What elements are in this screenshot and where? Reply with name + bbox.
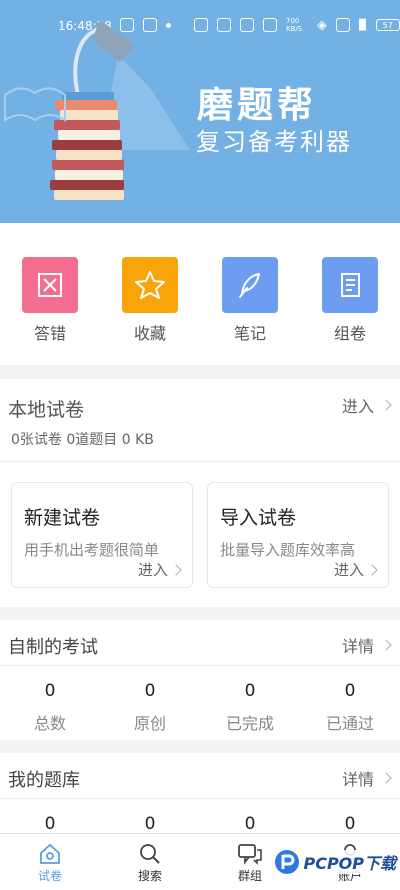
chevron-right-icon (170, 563, 182, 576)
import-paper-enter[interactable]: 进入 (334, 559, 378, 580)
tab-search[interactable]: 搜索 (120, 841, 180, 884)
tab-papers[interactable]: 试卷 (20, 841, 80, 884)
hd-icon (336, 18, 350, 32)
section-title: 本地试卷 (8, 399, 85, 421)
wrong-answer-icon (38, 273, 62, 297)
chevron-right-icon (380, 399, 392, 411)
app-title: 磨题帮 (197, 85, 318, 126)
new-paper-enter[interactable]: 进入 (138, 559, 182, 580)
my-banks-section: 我的题库 详情 0 0 0 0 (0, 753, 400, 834)
network-speed: 700 KB/S (286, 17, 303, 33)
section-title: 我的题库 (8, 770, 80, 791)
new-paper-desc: 用手机出考题很简单 (24, 541, 160, 559)
stat-total[interactable]: 0 总数 (0, 681, 100, 734)
tab-groups[interactable]: 群组 (220, 841, 280, 884)
local-papers-summary: 0张试卷 0道题目 0 KB (11, 432, 154, 448)
quick-action-label: 答错 (33, 324, 66, 343)
quick-action-wrong[interactable]: 答错 (22, 257, 78, 344)
quick-actions: 答错 收藏 笔记 组卷 (0, 223, 400, 365)
quick-action-label: 收藏 (133, 324, 166, 343)
tab-label: 群组 (237, 869, 262, 883)
section-title: 自制的考试 (8, 637, 98, 658)
bank-stat[interactable]: 0 (100, 814, 200, 834)
header-banner: 16:48:38 700 KB/S ◈ ▉ 57 磨题帮 复习备考利器 (0, 0, 400, 223)
quick-action-label: 笔记 (233, 324, 266, 343)
my-banks-details[interactable]: 详情 (342, 766, 392, 790)
import-paper-desc: 批量导入题库效率高 (220, 541, 356, 559)
local-papers-enter[interactable]: 进入 (342, 393, 392, 417)
vibrate-icon (263, 18, 277, 32)
new-paper-card[interactable]: 新建试卷 用手机出考题很简单 进入 (11, 482, 193, 588)
quick-action-compose[interactable]: 组卷 (322, 257, 378, 344)
app-subtitle: 复习备考利器 (196, 128, 352, 156)
search-icon (140, 844, 160, 864)
divider (0, 665, 400, 666)
paper-scroll-icon (341, 273, 360, 297)
headphones-icon (217, 18, 231, 32)
star-icon (135, 271, 165, 299)
stat-completed[interactable]: 0 已完成 (200, 681, 300, 734)
import-paper-card[interactable]: 导入试卷 批量导入题库效率高 进入 (207, 482, 389, 588)
books-lamp-illustration (4, 20, 190, 200)
tab-label: 搜索 (137, 869, 162, 883)
bank-stat[interactable]: 0 (300, 814, 400, 834)
pcpop-logo-icon (275, 850, 300, 874)
divider (0, 461, 400, 462)
my-exams-details[interactable]: 详情 (342, 633, 392, 657)
signal-icon: ▉ (359, 19, 367, 31)
quick-action-notes[interactable]: 笔记 (222, 257, 278, 344)
chevron-right-icon (380, 639, 392, 651)
quick-action-label: 组卷 (333, 324, 366, 343)
nfc-icon (194, 18, 208, 32)
chat-icon (238, 844, 262, 865)
wifi-icon: ◈ (317, 17, 327, 33)
my-exams-section: 自制的考试 详情 0 总数 0 原创 0 已完成 0 已通过 (0, 620, 400, 740)
stat-passed[interactable]: 0 已通过 (300, 681, 400, 734)
chevron-right-icon (366, 563, 378, 576)
feather-icon (239, 273, 260, 298)
watermark-logo: PCPOP下载 (273, 842, 396, 882)
divider (0, 798, 400, 799)
bank-stat[interactable]: 0 (200, 814, 300, 834)
tab-label: 试卷 (37, 869, 62, 883)
stat-original[interactable]: 0 原创 (100, 681, 200, 734)
home-icon (40, 843, 60, 864)
new-paper-title: 新建试卷 (24, 507, 101, 529)
battery-icon: 57 (375, 19, 400, 31)
alarm-icon (240, 18, 254, 32)
import-paper-title: 导入试卷 (220, 507, 297, 529)
chevron-right-icon (380, 772, 392, 784)
bank-stat[interactable]: 0 (0, 814, 100, 834)
quick-action-favorites[interactable]: 收藏 (122, 257, 178, 344)
